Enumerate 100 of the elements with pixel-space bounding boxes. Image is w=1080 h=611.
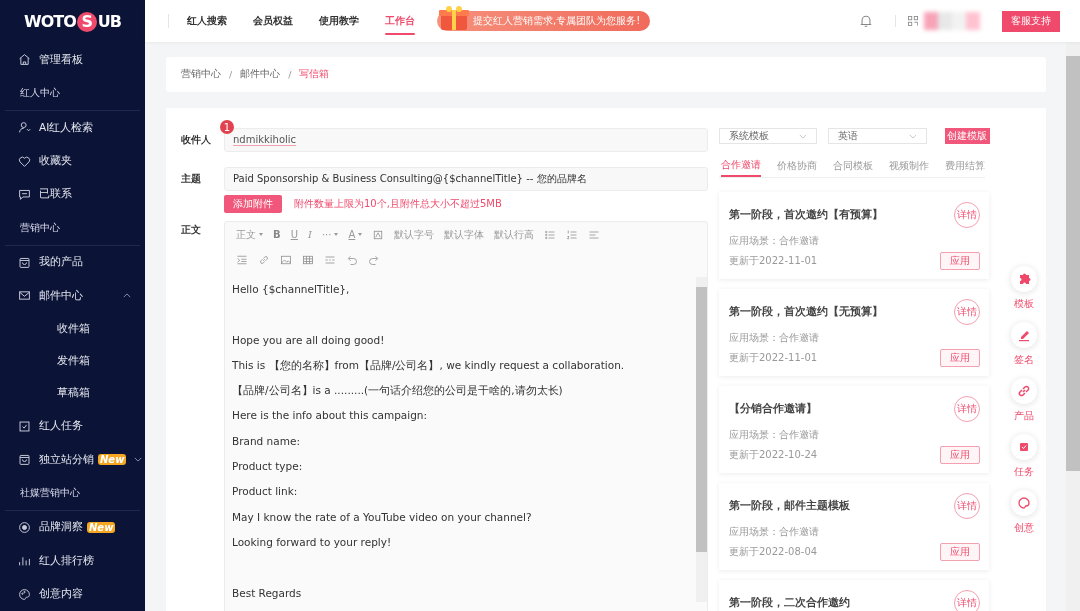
template-title: 第一阶段，首次邀约【无预算】 (729, 305, 883, 319)
breadcrumb-separator: / (229, 69, 233, 80)
check-icon (18, 419, 31, 433)
template-scene: 应用场景：合作邀请 (729, 331, 820, 345)
nav-tab[interactable]: 工作台 (385, 0, 415, 42)
font-size-dropdown[interactable]: 默认字号 (394, 227, 435, 242)
email-body-line: 【品牌/公司名】is a .........(一句话介绍您的公司是干啥的,请勿太长) (232, 383, 564, 399)
tool-label: 产品 (1014, 409, 1034, 423)
field-label: 正文 (181, 224, 202, 237)
sidebar-subitem[interactable]: 发件箱 (0, 344, 145, 378)
table-icon[interactable] (302, 253, 314, 266)
indent-icon[interactable] (236, 253, 248, 266)
highlight-icon[interactable] (372, 228, 385, 241)
support-button[interactable]: 客服支持 (1002, 10, 1060, 32)
scrollbar[interactable] (696, 277, 707, 602)
bag-icon (18, 453, 31, 467)
font-family-dropdown[interactable]: 默认字体 (444, 227, 485, 242)
line-height-dropdown[interactable]: 默认行高 (494, 227, 535, 242)
user-icon (18, 121, 31, 135)
sidebar-item[interactable]: 创意内容 (0, 577, 145, 611)
apply-button[interactable]: 应用 (940, 252, 980, 270)
qr-code-icon[interactable] (908, 16, 918, 26)
gift-box-icon (437, 5, 471, 31)
email-body-line: Best Regards (232, 585, 303, 601)
language-dropdown[interactable]: 英语 (828, 128, 927, 144)
sidebar-item[interactable]: 红人任务 (0, 409, 145, 443)
breadcrumb-link[interactable]: 写信箱 (299, 68, 330, 81)
sidebar-item[interactable]: 我的产品 (0, 245, 145, 279)
sidebar-item[interactable]: 品牌洞察 New (0, 510, 145, 545)
sidebar-item[interactable]: 收藏夹 (0, 144, 145, 178)
updated-date: 更新于2022-08-04 (729, 545, 818, 559)
apply-button[interactable]: 应用 (940, 543, 980, 561)
email-body-line: This is 【您的名称】from【品牌/公司名】, we kindly request a collaboration. (232, 357, 626, 373)
tool-label: 签名 (1014, 353, 1034, 367)
sidebar-item[interactable]: 独立站分销 New (0, 442, 145, 477)
sidebar-item[interactable]: 管理看板 (0, 43, 145, 77)
template-tab[interactable]: 合作邀请 (721, 155, 761, 177)
apply-button[interactable]: 应用 (940, 446, 980, 464)
sidebar-subitem[interactable]: 草稿箱 (0, 377, 145, 410)
count-badge: 1 (220, 120, 234, 134)
bold-button[interactable]: B (273, 229, 281, 240)
link-icon[interactable] (258, 253, 270, 266)
align-icon[interactable] (588, 228, 601, 241)
caret-icon (908, 133, 917, 139)
nav-tab[interactable]: 使用教学 (319, 0, 359, 42)
email-body-line: Looking forward to your reply! (232, 534, 393, 550)
bulleted-list-icon[interactable] (544, 228, 557, 241)
format-dropdown[interactable]: 正文 (236, 227, 263, 242)
mail-icon (18, 289, 31, 303)
template-tab[interactable]: 视频制作 (889, 155, 929, 177)
nav-tab[interactable]: 红人搜索 (187, 0, 227, 42)
blurred-account-avatar[interactable] (924, 12, 980, 30)
image-icon[interactable] (280, 253, 292, 266)
tool-label: 任务 (1014, 465, 1034, 479)
tool-label: 创意 (1014, 521, 1034, 535)
redo-icon[interactable] (368, 253, 380, 266)
email-editor[interactable] (224, 221, 708, 611)
breadcrumb-link[interactable]: 营销中心 (181, 68, 221, 81)
updated-date: 更新于2022-11-01 (729, 351, 818, 365)
email-body-line: Hope you are all doing good! (232, 332, 386, 348)
template-scene: 应用场景：合作邀请 (729, 525, 820, 539)
updated-date: 更新于2022-11-01 (729, 254, 818, 268)
template-tab[interactable]: 合同模板 (833, 155, 873, 177)
recipient-tag: ndmikkiholic (233, 134, 297, 146)
font-color-dropdown[interactable]: A (348, 229, 363, 240)
template-title: 【分销合作邀请】 (729, 402, 817, 416)
email-body-line: Hello {$channelTitle}, (232, 282, 351, 297)
template-tab[interactable]: 费用结算 (945, 155, 985, 177)
divider-icon[interactable] (324, 253, 336, 266)
numbered-list-icon[interactable] (566, 228, 579, 241)
updated-date: 更新于2022-10-24 (729, 448, 818, 462)
chat-icon (18, 187, 31, 201)
sidebar-item[interactable]: AI红人检索 (0, 111, 145, 145)
nav-tab[interactable]: 会员权益 (253, 0, 293, 42)
italic-button[interactable]: I (307, 229, 312, 240)
apply-button[interactable]: 应用 (940, 349, 980, 367)
undo-icon[interactable] (346, 253, 358, 266)
email-body-line: Here is the info about this campaign: (232, 408, 428, 424)
sidebar-item[interactable]: 已联系 (0, 177, 145, 212)
template-scene: 应用场景：合作邀请 (729, 428, 820, 442)
sidebar-item[interactable]: 邮件中心 (0, 278, 145, 313)
template-title: 第一阶段，邮件主题模板 (729, 499, 850, 513)
more-dropdown[interactable]: ··· (321, 229, 339, 240)
sidebar-item[interactable]: 红人排行榜 (0, 544, 145, 578)
underline-button[interactable]: U (290, 229, 298, 240)
add-attachment-button[interactable]: 添加附件 (224, 195, 282, 213)
home-icon (18, 53, 31, 67)
template-tab[interactable]: 价格协商 (777, 155, 817, 177)
subject-field[interactable]: Paid Sponsorship & Business Consulting@{$channelTitle} -- 您的品牌名 (224, 167, 708, 191)
template-source-dropdown[interactable]: 系统模板 (719, 128, 818, 144)
email-body-line: May I know the rate of a YouTube video on your channel? (232, 509, 533, 525)
email-body-line: Product link: (232, 484, 299, 500)
breadcrumb-link[interactable]: 邮件中心 (240, 68, 281, 81)
email-body-line: Brand name: (232, 433, 301, 449)
scrollbar[interactable] (1066, 42, 1080, 611)
attachment-hint: 附件数量上限为10个,且附件总大小不超过5MB (294, 197, 502, 211)
create-template-button[interactable]: 创建模版 (944, 128, 990, 144)
tool-label: 模板 (1014, 297, 1034, 311)
sidebar-subitem[interactable]: 收件箱 (0, 312, 145, 345)
notification-bell-icon[interactable] (859, 14, 873, 28)
